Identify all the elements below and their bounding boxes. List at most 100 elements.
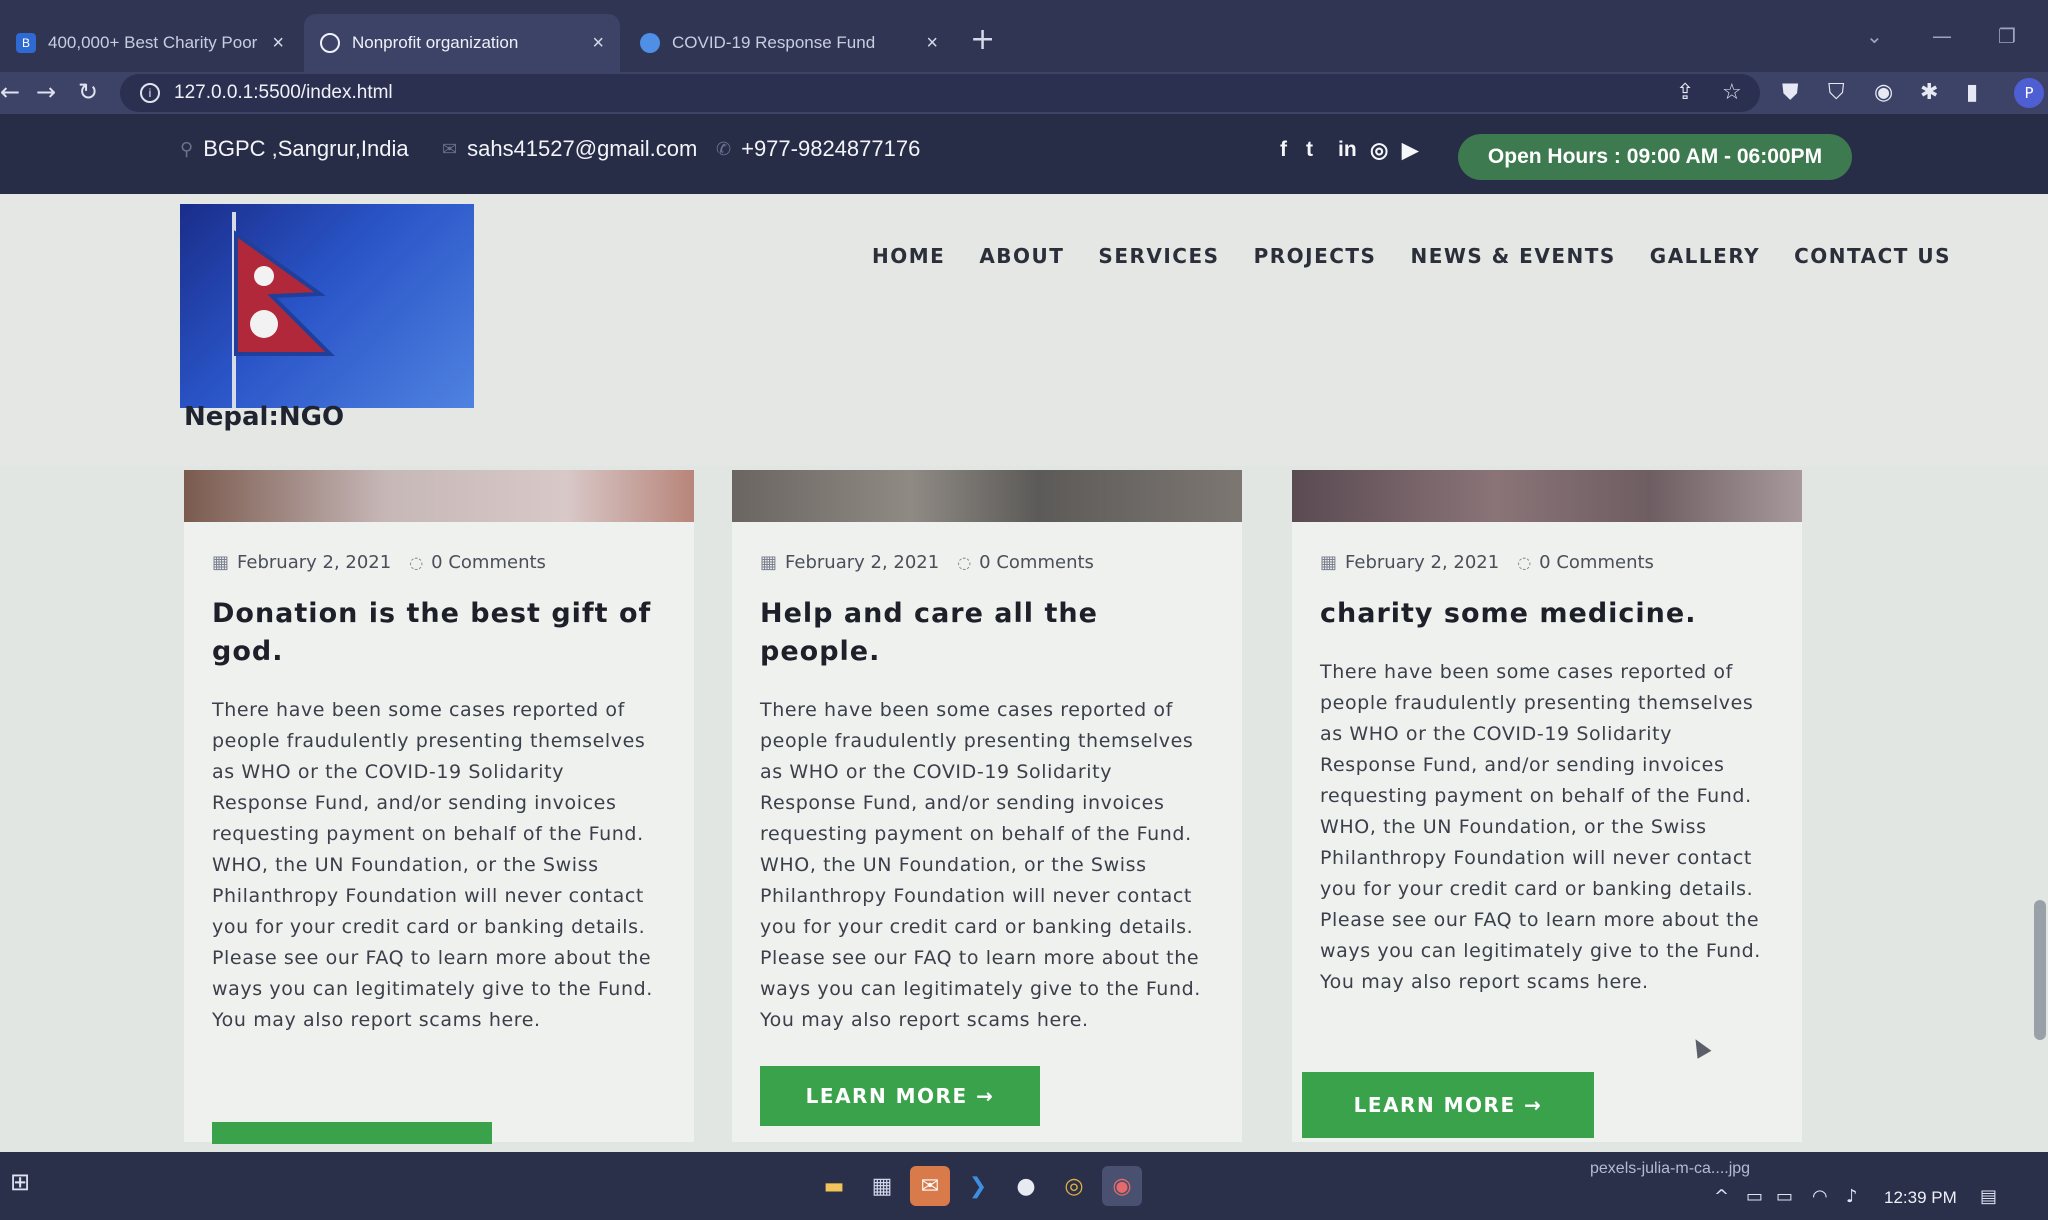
store-icon[interactable]: ▦ xyxy=(862,1166,902,1206)
tab-nonprofit-organization[interactable]: Nonprofit organization × xyxy=(304,14,620,72)
comment-icon: ◌ xyxy=(409,553,424,572)
restore-icon[interactable]: ❐ xyxy=(1998,24,2016,48)
card-image[interactable] xyxy=(184,470,694,522)
close-icon[interactable]: × xyxy=(272,32,284,55)
taskbar-clock[interactable]: 12:39 PM xyxy=(1884,1188,1957,1208)
open-hours-badge: Open Hours : 09:00 AM - 06:00PM xyxy=(1458,134,1852,180)
page-scrollbar[interactable] xyxy=(2034,900,2046,1040)
brand-name[interactable]: Nepal:NGO xyxy=(184,402,344,432)
card-image[interactable] xyxy=(732,470,1242,522)
learn-more-button[interactable] xyxy=(212,1122,492,1144)
news-card: ▦ February 2, 2021 ◌ 0 Comments Donation… xyxy=(184,470,694,1144)
phone-item[interactable]: ✆ +977-9824877176 xyxy=(716,136,920,162)
star-icon[interactable]: ☆ xyxy=(1722,80,1742,105)
notification-icon[interactable]: ▤ xyxy=(1980,1186,1997,1207)
calendar-icon: ▦ xyxy=(760,552,778,573)
nav-home[interactable]: HOME xyxy=(872,244,945,268)
learn-more-button[interactable]: LEARN MORE → xyxy=(760,1066,1040,1126)
download-filename[interactable]: pexels-julia-m-ca....jpg xyxy=(1590,1160,1750,1178)
nav-news-events[interactable]: NEWS & EVENTS xyxy=(1410,244,1615,268)
comments-count[interactable]: 0 Comments xyxy=(979,552,1094,573)
back-arrow-icon[interactable]: ← xyxy=(0,78,20,106)
sidebar-icon[interactable]: ▮ xyxy=(1966,80,1978,105)
comments-count[interactable]: 0 Comments xyxy=(1539,552,1654,573)
envelope-icon: ✉ xyxy=(442,138,458,159)
tab-label: Nonprofit organization xyxy=(352,33,519,52)
card-title[interactable]: charity some medicine. xyxy=(1292,573,1802,633)
shield-icon[interactable]: ⛊ xyxy=(1782,80,1799,105)
un-logo-icon xyxy=(640,33,660,53)
wifi-icon[interactable]: ◠ xyxy=(1812,1186,1828,1207)
app-circle-icon[interactable]: ● xyxy=(1006,1166,1046,1206)
tray-device-icon[interactable]: ▭ xyxy=(1746,1186,1763,1207)
extension-circle-icon[interactable]: ◉ xyxy=(1874,80,1893,105)
email-item[interactable]: ✉ sahs41527@gmail.com xyxy=(442,136,697,162)
linkedin-icon[interactable]: in xyxy=(1338,138,1357,162)
chrome-icon[interactable]: ◎ xyxy=(1054,1166,1094,1206)
comment-icon: ◌ xyxy=(957,553,972,572)
puzzle-icon[interactable]: ✱ xyxy=(1920,80,1938,105)
nav-projects[interactable]: PROJECTS xyxy=(1254,244,1377,268)
twitter-icon[interactable]: t xyxy=(1306,138,1313,162)
youtube-icon[interactable]: ▶ xyxy=(1402,138,1418,163)
close-icon[interactable]: × xyxy=(592,32,604,55)
card-image[interactable] xyxy=(1292,470,1802,522)
post-date: February 2, 2021 xyxy=(1345,552,1500,573)
url-field[interactable]: i 127.0.0.1:5500/index.html xyxy=(120,74,1760,112)
site-favicon-icon: B xyxy=(16,33,36,53)
card-title[interactable]: Donation is the best gift of god. xyxy=(184,573,694,671)
main-nav: HOME ABOUT SERVICES PROJECTS NEWS & EVEN… xyxy=(872,244,1951,268)
nepal-flag-icon xyxy=(232,212,335,408)
learn-more-label: LEARN MORE → xyxy=(805,1084,995,1108)
comments-meta[interactable]: ◌ 0 Comments xyxy=(957,552,1094,573)
news-section: ▦ February 2, 2021 ◌ 0 Comments Donation… xyxy=(0,466,2048,1152)
profile-avatar[interactable]: P xyxy=(2014,78,2044,108)
card-excerpt: There have been some cases reported of p… xyxy=(212,699,653,1031)
minimize-icon[interactable]: — xyxy=(1932,24,1952,48)
forward-arrow-icon[interactable]: → xyxy=(36,78,56,106)
battery-icon[interactable]: ▭ xyxy=(1776,1186,1793,1207)
nav-about[interactable]: ABOUT xyxy=(979,244,1064,268)
nepal-flag-logo[interactable] xyxy=(180,204,474,408)
map-pin-icon: ⚲ xyxy=(180,138,194,159)
comments-meta[interactable]: ◌ 0 Comments xyxy=(409,552,546,573)
date-meta: ▦ February 2, 2021 xyxy=(1320,552,1499,573)
chevron-down-icon[interactable]: ⌄ xyxy=(1866,24,1883,48)
extension-shield-icon[interactable]: ⛉ xyxy=(1828,80,1845,105)
calendar-icon: ▦ xyxy=(1320,552,1338,573)
phone-text[interactable]: +977-9824877176 xyxy=(741,136,920,162)
mail-icon[interactable]: ✉ xyxy=(910,1166,950,1206)
learn-more-button[interactable]: LEARN MORE → xyxy=(1302,1072,1594,1138)
learn-more-label: LEARN MORE → xyxy=(1353,1093,1543,1117)
nav-services[interactable]: SERVICES xyxy=(1098,244,1219,268)
card-meta: ▦ February 2, 2021 ◌ 0 Comments xyxy=(184,522,694,573)
tab-charity-images[interactable]: B 400,000+ Best Charity Poor Peop × xyxy=(0,14,300,72)
email-text[interactable]: sahs41527@gmail.com xyxy=(467,136,697,162)
tab-covid-response-fund[interactable]: COVID-19 Response Fund × xyxy=(624,14,954,72)
file-explorer-icon[interactable]: ▬ xyxy=(814,1166,854,1206)
share-icon[interactable]: ⇪ xyxy=(1676,80,1694,105)
reload-icon[interactable]: ↻ xyxy=(78,78,98,106)
info-icon[interactable]: i xyxy=(140,83,160,103)
date-meta: ▦ February 2, 2021 xyxy=(760,552,939,573)
comments-count[interactable]: 0 Comments xyxy=(431,552,546,573)
browser-tab-bar: B 400,000+ Best Charity Poor Peop × Nonp… xyxy=(0,0,2048,72)
instagram-icon[interactable]: ◎ xyxy=(1370,138,1388,163)
close-icon[interactable]: × xyxy=(926,32,938,55)
news-card: ▦ February 2, 2021 ◌ 0 Comments Help and… xyxy=(732,470,1242,1142)
globe-icon xyxy=(320,33,340,53)
card-title[interactable]: Help and care all the people. xyxy=(732,573,1242,671)
nav-gallery[interactable]: GALLERY xyxy=(1650,244,1760,268)
tab-label: 400,000+ Best Charity Poor Peop xyxy=(48,33,262,52)
volume-icon[interactable]: ♪ xyxy=(1846,1186,1858,1207)
chrome-active-icon[interactable]: ◉ xyxy=(1102,1166,1142,1206)
new-tab-button[interactable]: + xyxy=(970,22,995,57)
nav-contact-us[interactable]: CONTACT US xyxy=(1794,244,1951,268)
tray-chevron-icon[interactable]: ^ xyxy=(1714,1186,1729,1207)
facebook-icon[interactable]: f xyxy=(1280,138,1287,162)
post-date: February 2, 2021 xyxy=(237,552,392,573)
windows-start-icon[interactable]: ⊞ xyxy=(10,1168,30,1196)
vscode-icon[interactable]: ❯ xyxy=(958,1166,998,1206)
comments-meta[interactable]: ◌ 0 Comments xyxy=(1517,552,1654,573)
news-card: ▦ February 2, 2021 ◌ 0 Comments charity … xyxy=(1292,470,1802,1142)
